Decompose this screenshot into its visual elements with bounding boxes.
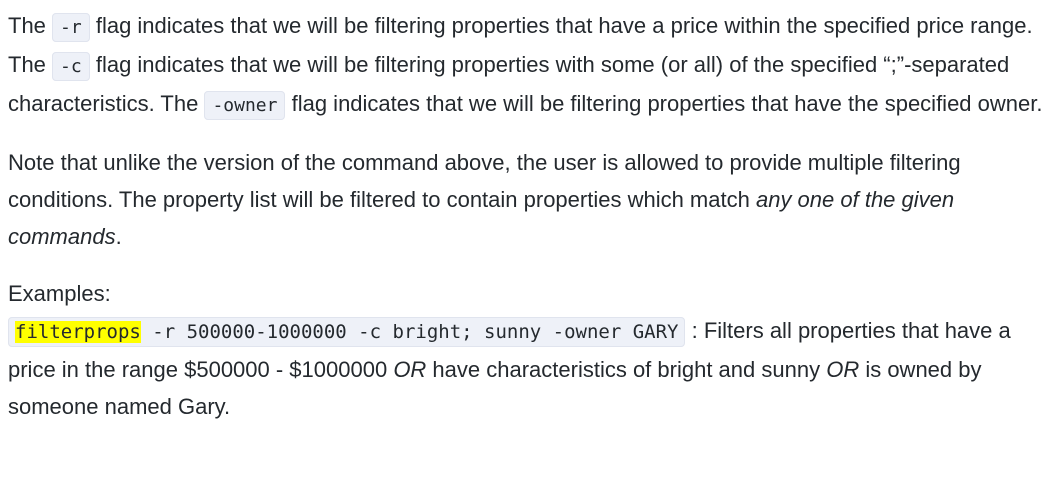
text: flag indicates that we will be filtering… xyxy=(285,91,1043,116)
examples-label: Examples: xyxy=(8,281,111,306)
text: . xyxy=(115,224,122,249)
flags-description-paragraph: The -r flag indicates that we will be fi… xyxy=(8,7,1043,124)
example-command-code: filterprops -r 500000-1000000 -c bright;… xyxy=(8,317,686,347)
emphasis-or: OR xyxy=(393,357,427,382)
multiple-conditions-paragraph: Note that unlike the version of the comm… xyxy=(8,144,1043,255)
highlighted-command-name: filterprops xyxy=(15,321,141,343)
emphasis-or: OR xyxy=(826,357,860,382)
text: The xyxy=(8,13,53,38)
text: have characteristics of bright and sunny xyxy=(426,357,827,382)
inline-code-owner-flag: -owner xyxy=(204,91,286,120)
inline-code-r-flag: -r xyxy=(52,13,90,42)
inline-code-c-flag: -c xyxy=(52,52,90,81)
example-paragraph: filterprops -r 500000-1000000 -c bright;… xyxy=(8,312,1043,425)
command-arguments: -r 500000-1000000 -c bright; sunny -owne… xyxy=(140,321,679,343)
document-body: The -r flag indicates that we will be fi… xyxy=(8,7,1043,425)
